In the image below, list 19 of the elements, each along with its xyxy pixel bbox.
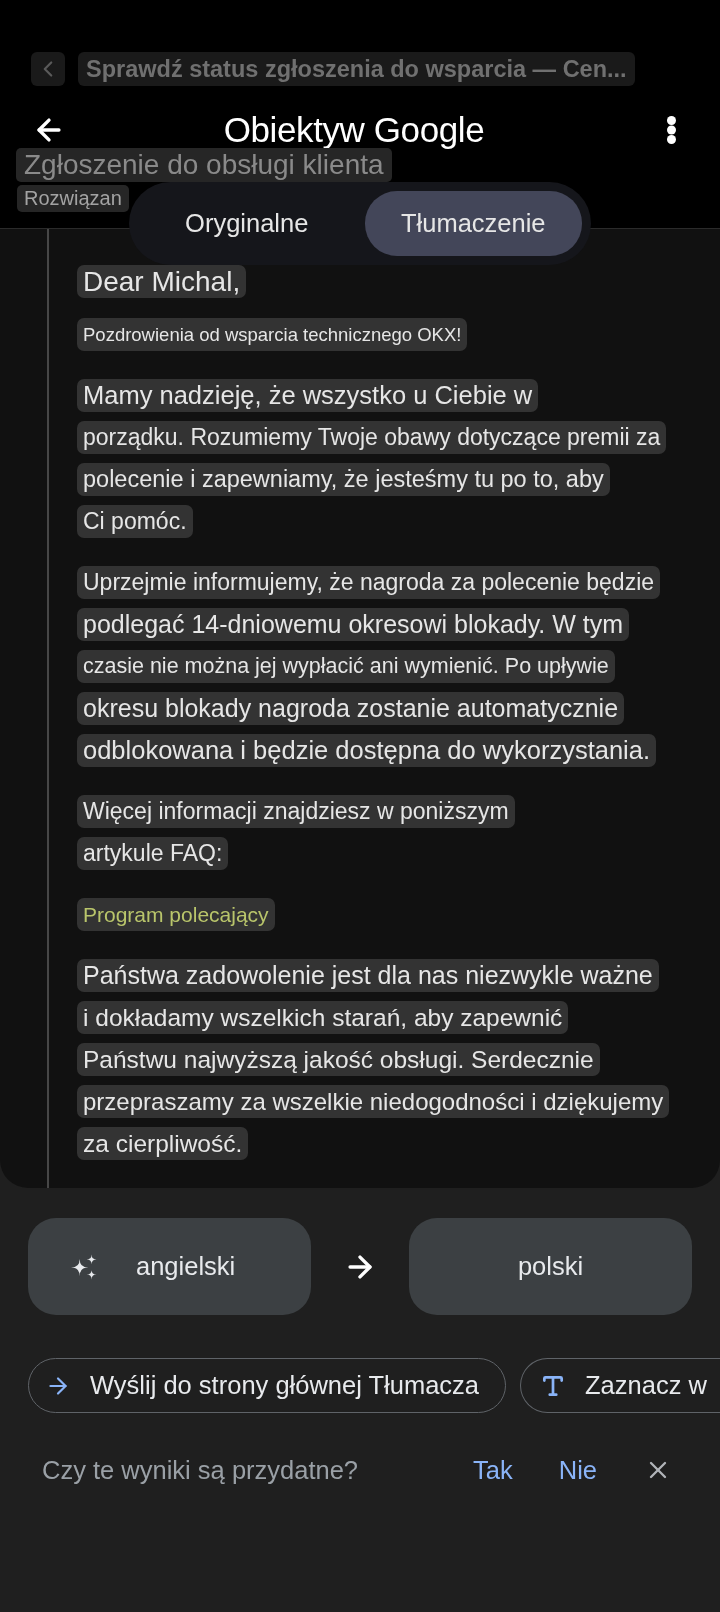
sparkle-icon <box>71 1253 97 1280</box>
status-label: Rozwiązan <box>17 185 129 212</box>
source-language-button[interactable]: angielski <box>28 1218 311 1315</box>
more-icon <box>667 115 676 144</box>
action-chip-label: Zaznacz w <box>585 1371 707 1400</box>
yes-button[interactable]: Tak <box>473 1455 513 1485</box>
toggle-tab[interactable]: Tłumaczenie <box>364 191 582 256</box>
feedback-question: Czy te wyniki są przydatne? <box>42 1455 360 1485</box>
action-chip-label: Wyślij do strony głównej Tłumacza <box>90 1371 480 1400</box>
page-heading: Zgłoszenie do obsługi klienta <box>16 148 392 182</box>
app-title: Obiektyw Google <box>223 111 485 148</box>
translated-link[interactable]: Program polecający <box>77 898 275 931</box>
back-button[interactable] <box>31 52 65 86</box>
source-language-label: angielski <box>136 1252 236 1281</box>
more-button[interactable] <box>667 115 676 144</box>
no-button[interactable]: Nie <box>558 1455 597 1485</box>
target-language-button[interactable]: polski <box>409 1218 692 1315</box>
page-title: Sprawdź status zgłoszenia do wsparcia — Cen... <box>78 52 635 86</box>
toggle-tab[interactable]: Oryginalne <box>138 191 356 256</box>
